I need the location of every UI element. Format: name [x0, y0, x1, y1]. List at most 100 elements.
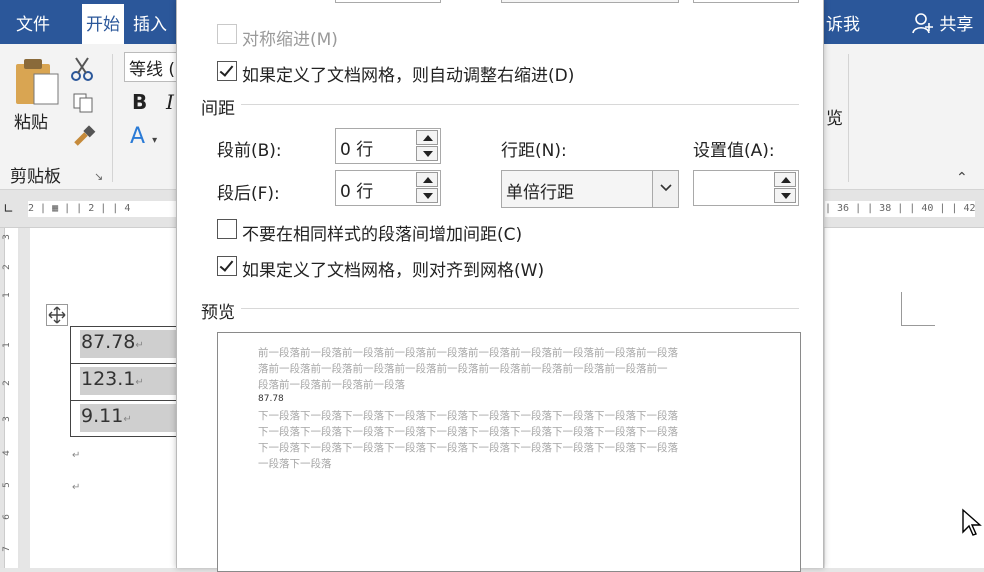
- paragraph-mark: ↵: [72, 450, 81, 461]
- table-move-handle[interactable]: [46, 304, 68, 326]
- spacing-after-label: 段后(F):: [217, 184, 280, 204]
- chevron-down-icon: ▾: [152, 135, 158, 146]
- bold-button[interactable]: B: [132, 90, 147, 114]
- group-divider: [112, 54, 113, 182]
- table-row[interactable]: 9.11↵: [70, 400, 176, 437]
- text-effects-button[interactable]: A ▾: [130, 124, 157, 149]
- preview-previous-line: 段落前一段落前一段落前一段落: [258, 379, 405, 391]
- spin-down-button[interactable]: [416, 188, 438, 203]
- vruler-number: 7: [1, 546, 12, 552]
- spacing-section-title: 间距: [201, 99, 235, 119]
- snap-to-grid-checkbox[interactable]: [217, 256, 237, 276]
- auto-right-indent-label: 如果定义了文档网格，则自动调整右缩进(D): [242, 66, 575, 86]
- line-spacing-value: 单倍行距: [506, 183, 574, 203]
- preview-section-title: 预览: [201, 303, 235, 323]
- no-space-same-style-checkbox[interactable]: [217, 219, 237, 239]
- arrow-up-icon: [781, 177, 791, 183]
- document-page-right[interactable]: [825, 228, 984, 568]
- vruler-number: 2: [1, 264, 12, 270]
- at-label: 设置值(A):: [693, 141, 775, 161]
- spin-down-button[interactable]: [774, 188, 796, 203]
- spacing-before-value: 0 行: [340, 140, 374, 160]
- table-row[interactable]: 123.1↵: [70, 363, 176, 400]
- line-spacing-label: 行距(N):: [501, 141, 567, 161]
- cut-icon[interactable]: [70, 56, 94, 86]
- symmetric-indent-label: 对称缩进(M): [242, 30, 338, 50]
- special-select-edge: [501, 0, 679, 3]
- spacing-after-value: 0 行: [340, 182, 374, 202]
- vruler-number: 1: [1, 292, 12, 298]
- by-field-edge: [693, 0, 799, 3]
- tab-tell-me[interactable]: 诉我: [826, 10, 860, 35]
- snap-to-grid-label: 如果定义了文档网格，则对齐到网格(W): [242, 261, 545, 281]
- preview-box: 前一段落前一段落前一段落前一段落前一段落前一段落前一段落前一段落前一段落前一段落…: [217, 332, 801, 572]
- preview-next-line: 下一段落下一段落下一段落下一段落下一段落下一段落下一段落下一段落下一段落下一段落: [258, 426, 678, 438]
- tab-file[interactable]: 文件: [16, 10, 50, 35]
- chevron-down-icon: [660, 184, 672, 192]
- clipboard-icon: [16, 59, 59, 105]
- tab-home[interactable]: 开始: [82, 4, 124, 44]
- spacing-before-label: 段前(B):: [217, 141, 282, 161]
- paragraph-mark: ↵: [123, 414, 132, 425]
- dropdown-button[interactable]: [652, 171, 678, 207]
- move-icon: [48, 306, 66, 324]
- collapse-ribbon-icon[interactable]: ⌃: [956, 170, 968, 186]
- section-divider: [241, 308, 799, 309]
- paragraph-dialog: 对称缩进(M) 如果定义了文档网格，则自动调整右缩进(D) 间距 段前(B): …: [176, 0, 824, 572]
- font-name-box[interactable]: 等线 (: [124, 52, 180, 82]
- spacing-before-spinner[interactable]: 0 行: [335, 128, 441, 164]
- checkmark-icon: [219, 62, 234, 77]
- paste-label: 粘贴: [14, 113, 48, 133]
- spin-up-button[interactable]: [774, 172, 796, 187]
- table-cell-value: 9.11: [81, 405, 124, 427]
- arrow-down-icon: [423, 151, 433, 157]
- dialog-launcher-icon[interactable]: ↘: [94, 170, 103, 183]
- mouse-cursor-icon: [962, 508, 982, 536]
- vertical-ruler: 3 2 1 1 2 3 4 5 6 7: [0, 228, 20, 568]
- italic-button[interactable]: I: [166, 90, 174, 114]
- no-space-same-style-label: 不要在相同样式的段落间增加间距(C): [242, 225, 523, 245]
- spacing-after-spinner[interactable]: 0 行: [335, 170, 441, 206]
- copy-icon[interactable]: [72, 92, 94, 118]
- vruler-number: 6: [1, 514, 12, 520]
- preview-current-paragraph: 87.78: [258, 394, 284, 404]
- person-icon: [912, 13, 933, 34]
- vruler-number: 5: [1, 482, 12, 488]
- checkmark-icon: [219, 257, 234, 272]
- preview-previous-line: 落前一段落前一段落前一段落前一段落前一段落前一段落前一段落前一段落前一段落前一: [258, 363, 668, 375]
- format-painter-icon[interactable]: [72, 124, 96, 152]
- line-spacing-select[interactable]: 单倍行距: [501, 170, 679, 208]
- vruler-number: 3: [1, 416, 12, 422]
- vruler-number: 1: [1, 342, 12, 348]
- section-divider: [241, 104, 799, 105]
- arrow-down-icon: [423, 193, 433, 199]
- spacing-at-spinner[interactable]: [693, 170, 799, 206]
- symmetric-indent-checkbox[interactable]: [217, 24, 237, 44]
- paragraph-mark: ↵: [135, 377, 144, 388]
- preview-next-line: 一段落下一段落: [258, 458, 332, 470]
- arrow-down-icon: [781, 193, 791, 199]
- share-button[interactable]: 共享: [912, 10, 973, 35]
- indent-field-edge: [335, 0, 441, 3]
- tab-insert[interactable]: 插入: [133, 10, 167, 35]
- spin-down-button[interactable]: [416, 146, 438, 161]
- margin-corner-mark: [901, 292, 935, 326]
- paragraph-mark: ↵: [72, 482, 81, 493]
- preview-next-line: 下一段落下一段落下一段落下一段落下一段落下一段落下一段落下一段落下一段落下一段落: [258, 442, 678, 454]
- preview-previous-line: 前一段落前一段落前一段落前一段落前一段落前一段落前一段落前一段落前一段落前一段落: [258, 347, 678, 359]
- spin-up-button[interactable]: [416, 172, 438, 187]
- arrow-up-icon: [423, 177, 433, 183]
- text-effects-label: A: [130, 124, 146, 149]
- clipboard-group-label: 剪贴板: [10, 167, 61, 187]
- spin-up-button[interactable]: [416, 130, 438, 145]
- table-row[interactable]: 87.78↵: [70, 326, 176, 363]
- share-label: 共享: [939, 15, 974, 35]
- auto-right-indent-checkbox[interactable]: [217, 61, 237, 81]
- ruler-right-ticks: | 36 | | 38 | | 40 | | 42 |: [825, 201, 975, 217]
- paragraph-mark: ↵: [135, 340, 144, 351]
- partial-ribbon-label: 览: [826, 109, 843, 129]
- ruler-left-ticks: 2 | ▦ | | 2 | | 4: [28, 201, 176, 217]
- table-cell-value: 123.1: [81, 368, 136, 390]
- paste-button[interactable]: 粘贴: [14, 56, 62, 133]
- tab-selector-icon[interactable]: ∟: [3, 202, 14, 217]
